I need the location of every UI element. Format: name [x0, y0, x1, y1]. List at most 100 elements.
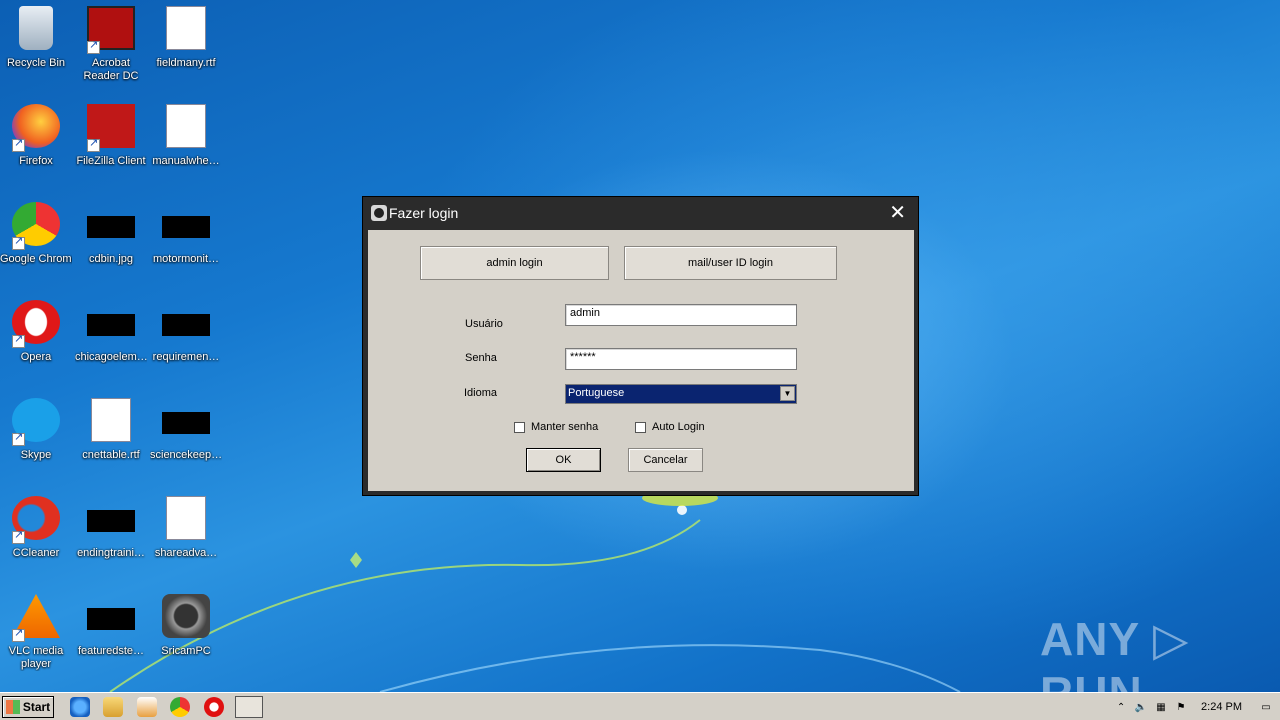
desktop-icon-label: Skype [20, 449, 52, 461]
opera-icon[interactable] [12, 300, 60, 348]
desktop-icon-label: shareadva… [154, 547, 218, 559]
chrome-icon[interactable] [170, 697, 190, 717]
desktop-icon-label: cdbin.jpg [88, 253, 134, 265]
chrome-icon[interactable] [12, 202, 60, 250]
desktop-icon[interactable]: SricamPC [150, 594, 222, 658]
word-doc-glyph [166, 6, 206, 50]
clock[interactable]: 2:24 PM [1201, 701, 1242, 713]
ok-button[interactable]: OK [526, 448, 601, 472]
desktop-icon-label: SricamPC [161, 645, 211, 657]
file-icon[interactable] [87, 300, 135, 348]
desktop-icon[interactable]: manualwhe… [150, 104, 222, 168]
desktop-icon[interactable]: endingtraini… [75, 496, 147, 560]
ccleaner-icon[interactable] [12, 496, 60, 544]
word-doc-icon[interactable] [162, 104, 210, 152]
desktop-icon[interactable]: cnettable.rtf [75, 398, 147, 462]
dialog-titlebar[interactable]: Fazer login [363, 197, 918, 229]
word-doc-icon[interactable] [162, 6, 210, 54]
auto-login-label: Auto Login [652, 421, 705, 433]
file-glyph [162, 216, 210, 238]
desktop-icon[interactable]: Skype [0, 398, 72, 462]
desktop-icon-label: FileZilla Client [76, 155, 146, 167]
close-button[interactable]: ✕ [889, 203, 906, 223]
word-doc-glyph [91, 398, 131, 442]
desktop-icon-label: chicagoelem… [75, 351, 147, 363]
word-doc-icon[interactable] [162, 496, 210, 544]
acrobat-icon[interactable] [87, 6, 135, 54]
mail-login-button[interactable]: mail/user ID login [624, 246, 837, 280]
file-icon[interactable] [162, 300, 210, 348]
desktop-icon[interactable]: sciencekeep… [150, 398, 222, 462]
file-icon[interactable] [162, 202, 210, 250]
desktop-icon[interactable]: Opera [0, 300, 72, 364]
admin-login-button[interactable]: admin login [420, 246, 609, 280]
language-selected-value: Portuguese [568, 387, 625, 399]
file-glyph [162, 412, 210, 434]
system-tray: ⌃ 🔈 ▦ ⚑ 2:24 PM ▭ [1111, 695, 1276, 719]
desktop-icon[interactable]: FileZilla Client [75, 104, 147, 168]
checkbox-box[interactable] [514, 421, 525, 433]
desktop-icon-label: Firefox [19, 155, 53, 167]
desktop-icon[interactable]: Recycle Bin [0, 6, 72, 70]
username-input[interactable]: admin [565, 304, 797, 326]
desktop-icon[interactable]: CCleaner [0, 496, 72, 560]
file-icon[interactable] [87, 496, 135, 544]
show-desktop-icon[interactable]: ▭ [1258, 699, 1274, 715]
checkbox-box[interactable] [635, 421, 646, 433]
shortcut-arrow-icon [87, 137, 100, 152]
desktop-icon[interactable]: featuredste… [75, 594, 147, 658]
remember-password-checkbox[interactable]: Manter senha [514, 421, 598, 433]
desktop-icon[interactable]: VLC media player [0, 594, 72, 671]
desktop-icon[interactable]: Acrobat Reader DC [75, 6, 147, 83]
vlc-icon[interactable] [12, 594, 60, 642]
skype-icon[interactable] [12, 398, 60, 446]
shortcut-arrow-icon [12, 235, 25, 250]
file-explorer-icon[interactable] [103, 697, 123, 717]
desktop-icon[interactable]: requiremen… [150, 300, 222, 364]
camera-app-icon[interactable] [162, 594, 210, 642]
password-input[interactable]: ****** [565, 348, 797, 370]
desktop-icon-label: motormonit… [152, 253, 220, 265]
action-center-flag-icon[interactable]: ⚑ [1173, 699, 1189, 715]
auto-login-checkbox[interactable]: Auto Login [635, 421, 705, 433]
recycle-bin-icon[interactable] [12, 6, 60, 54]
sricam-taskbar-button[interactable] [235, 696, 263, 718]
desktop-icon-label: CCleaner [12, 547, 60, 559]
desktop-icon[interactable]: Google Chrome [0, 202, 72, 266]
file-icon[interactable] [87, 594, 135, 642]
desktop-icon[interactable]: chicagoelem… [75, 300, 147, 364]
desktop-icon-label: sciencekeep… [150, 449, 222, 461]
cancel-button[interactable]: Cancelar [628, 448, 703, 472]
language-select[interactable]: Portuguese ▼ [565, 384, 797, 404]
chevron-up-icon[interactable]: ⌃ [1113, 699, 1129, 715]
start-button[interactable]: Start [2, 696, 54, 718]
file-icon[interactable] [162, 398, 210, 446]
opera-icon[interactable] [204, 697, 224, 717]
desktop-icon-label: Google Chrome [0, 253, 72, 265]
dialog-title: Fazer login [389, 205, 459, 221]
internet-explorer-icon[interactable] [70, 697, 90, 717]
desktop-icon[interactable]: motormonit… [150, 202, 222, 266]
desktop-icon-label: endingtraini… [77, 547, 145, 559]
desktop-icon-label: VLC media player [8, 645, 64, 670]
word-doc-icon[interactable] [87, 398, 135, 446]
shortcut-arrow-icon [12, 627, 25, 642]
network-icon[interactable]: ▦ [1153, 699, 1169, 715]
volume-icon[interactable]: 🔈 [1133, 699, 1149, 715]
desktop-icon[interactable]: fieldmany.rtf [150, 6, 222, 70]
chevron-down-icon[interactable]: ▼ [780, 386, 795, 401]
desktop-icon-label: Acrobat Reader DC [83, 57, 139, 82]
media-player-icon[interactable] [137, 697, 157, 717]
image-file-icon[interactable] [87, 202, 135, 250]
filezilla-icon[interactable] [87, 104, 135, 152]
desktop-icon[interactable]: Firefox [0, 104, 72, 168]
desktop-icon-label: fieldmany.rtf [156, 57, 216, 69]
shortcut-arrow-icon [87, 39, 100, 54]
taskbar: Start ⌃ 🔈 ▦ ⚑ 2:24 PM ▭ [0, 692, 1280, 720]
desktop-icon[interactable]: cdbin.jpg [75, 202, 147, 266]
desktop-icon[interactable]: shareadva… [150, 496, 222, 560]
desktop-icon-label: cnettable.rtf [82, 449, 140, 461]
firefox-icon[interactable] [12, 104, 60, 152]
language-label: Idioma [464, 387, 498, 399]
word-doc-glyph [166, 104, 206, 148]
